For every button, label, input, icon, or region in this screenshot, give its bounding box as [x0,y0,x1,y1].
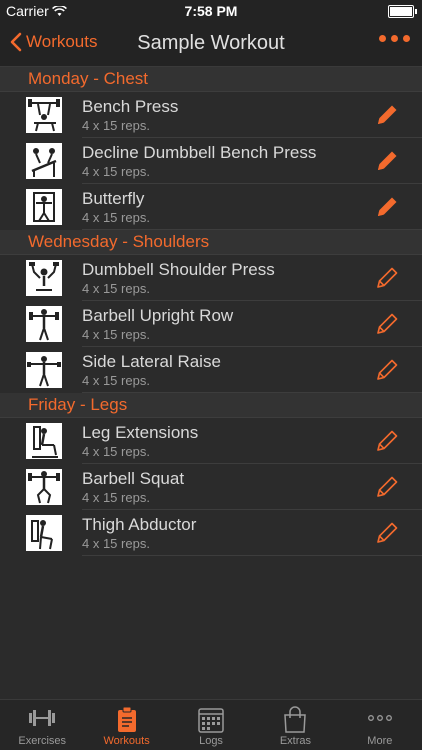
clipboard-icon [117,706,136,732]
tab-exercises[interactable]: Exercises [0,700,84,750]
pencil-outline-icon[interactable] [374,357,400,383]
dumbbell-icon [29,710,56,726]
exercise-reps: 4 x 15 reps. [82,327,150,342]
page-title: Sample Workout [137,32,285,54]
exercise-name: Leg Extensions [82,423,199,442]
tab-logs[interactable]: Logs [169,700,253,750]
tab-label: Exercises [18,735,67,747]
list-item[interactable]: Butterfly 4 x 15 reps. [0,184,422,230]
shoulder-press-icon [26,260,62,296]
workout-list: Monday - Chest Bench Press 4 x 15 reps. … [0,67,422,556]
navigation-bar: Workouts Sample Workout [0,22,422,67]
exercise-reps: 4 x 15 reps. [82,373,150,388]
bench-press-icon [26,97,62,133]
battery-icon [388,5,417,18]
list-item[interactable]: Bench Press 4 x 15 reps. [0,92,422,138]
exercise-reps: 4 x 15 reps. [82,281,150,296]
bag-icon [284,706,307,733]
upright-row-icon [26,306,62,342]
exercise-reps: 4 x 15 reps. [82,490,150,505]
list-item[interactable]: Leg Extensions 4 x 15 reps. [0,418,422,464]
tab-label: Logs [199,735,223,747]
lateral-raise-icon [26,352,62,388]
status-bar: Carrier 7:58 PM [0,0,422,22]
exercise-name: Barbell Upright Row [82,306,234,325]
list-item[interactable]: Barbell Squat 4 x 15 reps. [0,464,422,510]
pencil-outline-icon[interactable] [374,428,400,454]
more-icon [367,715,392,721]
exercise-name: Decline Dumbbell Bench Press [82,143,317,162]
tab-more[interactable]: More [338,700,422,750]
exercise-name: Barbell Squat [82,469,185,488]
list-item[interactable]: Thigh Abductor 4 x 15 reps. [0,510,422,556]
squat-icon [26,469,62,505]
list-item[interactable]: Barbell Upright Row 4 x 15 reps. [0,301,422,347]
tab-label: More [367,735,393,747]
list-item[interactable]: Dumbbell Shoulder Press 4 x 15 reps. [0,255,422,301]
leg-extension-icon [26,423,62,459]
tab-label: Workouts [103,735,150,747]
tab-bar: Exercises Workouts Logs Extras More [0,699,422,750]
exercise-name: Dumbbell Shoulder Press [82,260,275,279]
exercise-name: Side Lateral Raise [82,352,221,371]
pencil-outline-icon[interactable] [374,474,400,500]
exercise-reps: 4 x 15 reps. [82,444,150,459]
calendar-icon [198,708,224,733]
pencil-icon[interactable] [374,148,400,174]
exercise-name: Butterfly [82,189,145,208]
decline-bench-icon [26,143,62,179]
list-item[interactable]: Decline Dumbbell Bench Press 4 x 15 reps… [0,138,422,184]
list-item[interactable]: Side Lateral Raise 4 x 15 reps. [0,347,422,393]
exercise-reps: 4 x 15 reps. [82,210,150,225]
exercise-reps: 4 x 15 reps. [82,118,150,133]
pencil-outline-icon[interactable] [374,311,400,337]
exercise-reps: 4 x 15 reps. [82,164,150,179]
exercise-name: Bench Press [82,97,179,116]
tab-extras[interactable]: Extras [253,700,337,750]
pencil-outline-icon[interactable] [374,265,400,291]
tab-workouts[interactable]: Workouts [84,700,168,750]
pencil-icon[interactable] [374,194,400,220]
exercise-reps: 4 x 15 reps. [82,536,150,551]
status-time: 7:58 PM [184,3,238,19]
section-header: Wednesday - Shoulders [0,230,422,255]
pencil-icon[interactable] [374,102,400,128]
section-header: Friday - Legs [0,393,422,418]
pencil-outline-icon[interactable] [374,520,400,546]
tab-label: Extras [279,735,312,747]
exercise-name: Thigh Abductor [82,515,197,534]
butterfly-machine-icon [26,189,62,225]
thigh-abductor-icon [26,515,62,551]
more-options-icon[interactable] [379,35,410,42]
section-header: Monday - Chest [0,67,422,92]
